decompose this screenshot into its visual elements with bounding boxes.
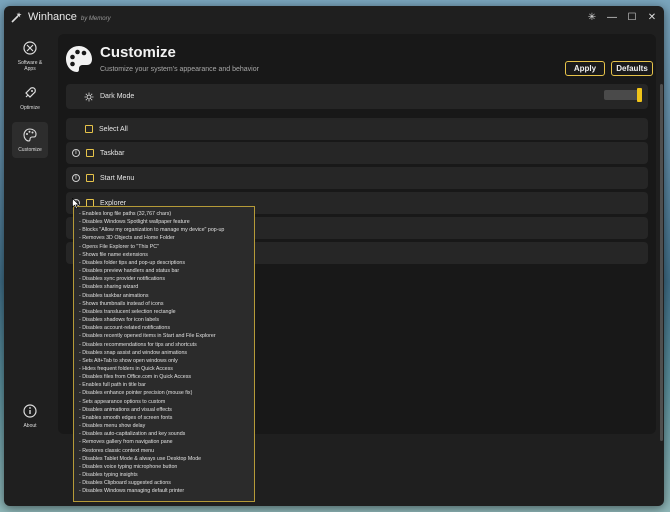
sun-icon — [84, 92, 94, 102]
titlebar: Winhance by Memory ✳ — ☐ ✕ — [4, 6, 664, 28]
taskbar-label: Taskbar — [100, 149, 125, 157]
tooltip-line: - Enables full path in title bar — [79, 382, 146, 389]
tooltip-line: - Disables snap assist and window animat… — [79, 349, 188, 356]
tooltip-line: - Disables translucent selection rectang… — [79, 308, 176, 315]
tooltip-line: - Disables shadows for icon labels — [79, 317, 160, 324]
tooltip-line: - Sets Alt+Tab to show open windows only — [79, 357, 178, 364]
defaults-button[interactable]: Defaults — [611, 61, 653, 76]
tooltip-line: - Disables folder tips and pop-up descri… — [79, 259, 185, 266]
app-title: Winhance — [28, 11, 77, 23]
tooltip-line: - Blocks "Allow my organization to manag… — [79, 227, 225, 234]
taskbar-checkbox[interactable] — [86, 149, 94, 157]
close-icon[interactable]: ✕ — [644, 6, 660, 28]
explorer-tooltip: - Enables long file paths (32,767 chars)… — [73, 206, 255, 502]
apply-button[interactable]: Apply — [565, 61, 605, 76]
theme-toggle-icon[interactable]: ✳ — [584, 6, 600, 28]
tooltip-line: - Disables animations and visual effects — [79, 406, 172, 413]
maximize-icon[interactable]: ☐ — [624, 6, 640, 28]
tooltip-line: - Restores classic context menu — [79, 447, 155, 454]
palette-icon — [64, 44, 94, 74]
tooltip-line: - Removes gallery from navigation pane — [79, 439, 173, 446]
sidebar-item-optimize[interactable]: Optimize — [12, 80, 48, 116]
sidebar-item-label: Software & Apps — [17, 59, 43, 72]
page-title: Customize — [100, 44, 176, 61]
tooltip-line: - Disables recently opened items in Star… — [79, 333, 216, 340]
tooltip-line: - Shows thumbnails instead of icons — [79, 300, 164, 307]
sidebar-item-label: Optimize — [20, 104, 40, 111]
tooltip-line: - Disables Windows Spotlight wallpaper f… — [79, 219, 190, 226]
start-menu-checkbox[interactable] — [86, 174, 94, 182]
tooltip-line: - Disables sharing wizard — [79, 284, 139, 291]
tooltip-line: - Disables recommendations for tips and … — [79, 341, 197, 348]
tooltip-line: - Hides frequent folders in Quick Access — [79, 365, 173, 372]
tooltip-line: - Enables smooth edges of screen fonts — [79, 414, 173, 421]
tooltip-line: - Disables typing insights — [79, 472, 138, 478]
select-all-label: Select All — [99, 125, 128, 133]
tooltip-line: - Disables Tablet Mode & always use Desk… — [79, 455, 202, 462]
tooltip-line: - Disables account-related notifications — [79, 325, 170, 332]
sidebar-item-customize[interactable]: Customize — [12, 122, 48, 158]
sidebar: Software & Apps Optimize Customize About — [4, 28, 52, 506]
dark-mode-row: Dark Mode — [66, 84, 648, 109]
toggle-knob — [637, 88, 642, 102]
tooltip-line: - Disables sync provider notifications — [79, 276, 165, 283]
dark-mode-label: Dark Mode — [100, 93, 135, 100]
rocket-icon — [23, 86, 37, 102]
info-icon[interactable]: i — [72, 149, 80, 157]
sidebar-item-label: About — [23, 422, 37, 429]
sidebar-item-about[interactable]: About — [12, 398, 48, 434]
page-subtitle: Customize your system's appearance and b… — [100, 66, 259, 73]
tooltip-line: - Disables auto-capitalization and key s… — [79, 431, 186, 438]
sidebar-item-software-apps[interactable]: Software & Apps — [12, 38, 48, 74]
tooltip-line: - Sets appearance options to custom — [79, 398, 166, 405]
tooltip-line: - Removes 3D Objects and Home Folder — [79, 235, 175, 242]
info-icon — [23, 403, 37, 420]
palette-icon — [23, 127, 37, 144]
tooltip-line: - Opens File Explorer to "This PC" — [79, 243, 160, 250]
apps-icon — [23, 40, 37, 57]
minimize-icon[interactable]: — — [604, 6, 620, 28]
scrollbar[interactable] — [660, 84, 663, 441]
mouse-cursor-icon — [72, 197, 80, 215]
tooltip-line: - Disables Windows managing default prin… — [79, 488, 185, 495]
dark-mode-toggle[interactable] — [604, 88, 642, 102]
tooltip-line: - Disables voice typing microphone butto… — [79, 463, 178, 470]
tooltip-line: - Disables Clipboard suggested actions — [79, 480, 171, 487]
tooltip-line: - Disables files from Office.com in Quic… — [79, 374, 192, 381]
wand-icon — [10, 10, 24, 24]
tooltip-line: - Disables taskbar animations — [79, 292, 149, 299]
tooltip-line: - Shows file name extensions — [79, 251, 148, 258]
app-subtitle: by Memory — [80, 15, 111, 22]
sidebar-item-label: Customize — [18, 146, 42, 153]
start-menu-row[interactable]: i Start Menu — [66, 167, 648, 189]
tooltip-line: - Disables enhance pointer precision (mo… — [79, 390, 193, 397]
info-icon[interactable]: i — [72, 174, 80, 182]
select-all-checkbox[interactable] — [85, 125, 93, 133]
tooltip-line: - Enables long file paths (32,767 chars) — [79, 211, 172, 217]
tooltip-line: - Disables preview handlers and status b… — [79, 268, 180, 275]
taskbar-row[interactable]: i Taskbar — [66, 142, 648, 164]
start-menu-label: Start Menu — [100, 174, 135, 182]
select-all-row[interactable]: Select All — [66, 118, 648, 140]
tooltip-line: - Disables menu show delay — [79, 423, 146, 430]
